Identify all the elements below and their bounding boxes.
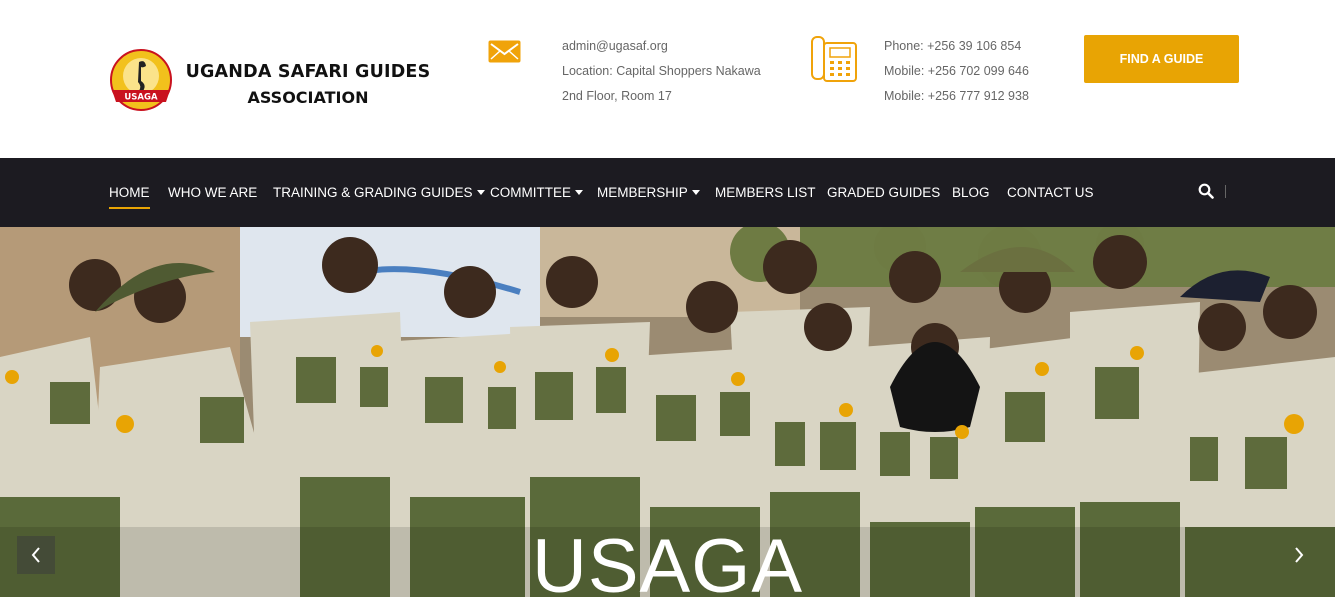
find-a-guide-button[interactable]: FIND A GUIDE [1084,35,1239,83]
caret-down-icon [575,189,583,195]
main-navigation: HOME WHO WE ARE TRAINING & GRADING GUIDE… [0,158,1335,227]
site-title-line1: UGANDA SAFARI GUIDES [185,62,431,82]
nav-label: COMMITTEE [490,185,571,200]
nav-item-home[interactable]: HOME [109,158,150,227]
nav-item-contact-us[interactable]: CONTACT US [1007,158,1094,227]
mobile-number-2[interactable]: Mobile: +256 777 912 938 [884,84,1029,109]
chevron-right-icon [1295,547,1304,563]
search-icon[interactable] [1198,183,1214,199]
nav-label: CONTACT US [1007,185,1094,200]
mobile-number-1[interactable]: Mobile: +256 702 099 646 [884,59,1029,84]
nav-label: TRAINING & GRADING GUIDES [273,185,473,200]
chevron-left-icon [31,547,40,563]
nav-item-members-list[interactable]: MEMBERS LIST [715,158,816,227]
caret-down-icon [691,189,700,195]
email-contact: admin@ugasaf.org Location: Capital Shopp… [562,34,761,109]
envelope-icon [488,40,521,63]
header: USAGA UGANDA SAFARI GUIDES ASSOCIATION a… [0,0,1335,158]
nav-label: GRADED GUIDES [827,185,941,200]
logo-badge-text: USAGA [124,93,158,103]
phone-number[interactable]: Phone: +256 39 106 854 [884,34,1029,59]
telephone-icon [811,36,857,82]
nav-divider [1225,185,1226,198]
nav-label: WHO WE ARE [168,185,258,200]
nav-item-graded-guides[interactable]: GRADED GUIDES [827,158,940,227]
nav-item-who-we-are[interactable]: WHO WE ARE [168,158,257,227]
location-text: Location: Capital Shoppers Nakawa [562,64,761,78]
nav-item-blog[interactable]: BLOG [952,158,990,227]
slider-next-button[interactable] [1280,536,1318,574]
nav-label: MEMBERS LIST [715,185,816,200]
nav-label: HOME [109,185,150,200]
nav-label: MEMBERSHIP [597,185,688,200]
nav-item-membership[interactable]: MEMBERSHIP [597,158,700,227]
hero-title: USAGA [531,524,804,609]
phone-contact: Phone: +256 39 106 854 Mobile: +256 702 … [884,34,1029,109]
nav-item-committee[interactable]: COMMITTEE [490,158,583,227]
caret-down-icon [476,189,485,195]
nav-label: BLOG [952,185,990,200]
nav-item-training-grading-guides[interactable]: TRAINING & GRADING GUIDES [273,158,485,227]
slider-prev-button[interactable] [17,536,55,574]
site-title[interactable]: UGANDA SAFARI GUIDES ASSOCIATION [184,62,432,107]
email-address[interactable]: admin@ugasaf.org [562,34,761,59]
floor-text: 2nd Floor, Room 17 [562,89,672,103]
site-title-line2: ASSOCIATION [247,88,369,107]
usaga-logo[interactable]: USAGA [106,46,176,116]
